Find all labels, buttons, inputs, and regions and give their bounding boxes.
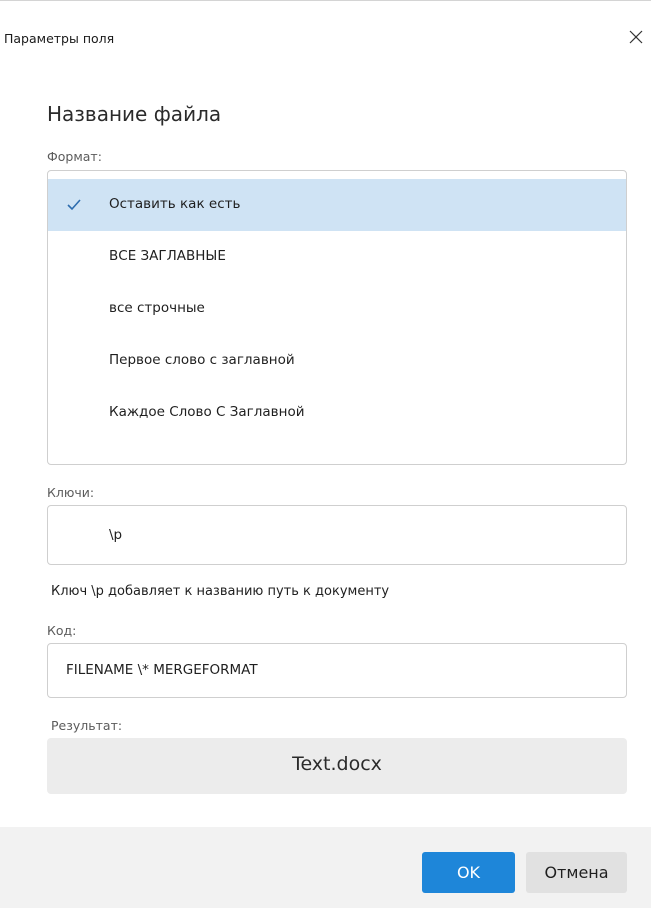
format-option-uppercase[interactable]: ВСЕ ЗАГЛАВНЫЕ xyxy=(48,231,626,283)
keys-field[interactable]: \p xyxy=(47,505,627,565)
keys-value: \p xyxy=(109,527,123,543)
keys-hint: Ключ \p добавляет к названию путь к доку… xyxy=(51,584,390,599)
format-option-lowercase[interactable]: все строчные xyxy=(48,283,626,335)
format-option-keep-as-is[interactable]: Оставить как есть xyxy=(48,179,626,231)
code-label: Код: xyxy=(47,623,77,638)
format-label: Формат: xyxy=(47,149,102,164)
result-preview: Text.docx xyxy=(47,738,627,794)
format-option-label: ВСЕ ЗАГЛАВНЫЕ xyxy=(109,248,226,264)
ok-button[interactable]: OK xyxy=(422,852,515,893)
title-bar: Параметры поля xyxy=(0,1,651,79)
window-title: Параметры поля xyxy=(4,31,115,46)
format-listbox[interactable]: Оставить как есть ВСЕ ЗАГЛАВНЫЕ все стро… xyxy=(47,170,627,465)
format-option-title-case[interactable]: Каждое Слово С Заглавной xyxy=(48,387,626,439)
close-button[interactable] xyxy=(625,26,647,48)
checkmark-icon xyxy=(67,199,81,211)
format-option-label: Оставить как есть xyxy=(109,196,241,212)
code-value: FILENAME \* MERGEFORMAT xyxy=(66,662,258,678)
format-option-sentence-case[interactable]: Первое слово с заглавной xyxy=(48,335,626,387)
dialog-heading: Название файла xyxy=(47,102,222,126)
code-field[interactable]: FILENAME \* MERGEFORMAT xyxy=(47,643,627,698)
keys-label: Ключи: xyxy=(47,485,95,500)
field-parameters-dialog: Параметры поля Название файла Формат: Ос… xyxy=(0,0,651,908)
cancel-button[interactable]: Отмена xyxy=(526,852,627,893)
format-option-label: все строчные xyxy=(109,300,205,316)
close-icon xyxy=(629,30,643,44)
result-value: Text.docx xyxy=(292,753,382,775)
result-label: Результат: xyxy=(51,718,123,733)
format-option-label: Каждое Слово С Заглавной xyxy=(109,404,305,420)
format-option-label: Первое слово с заглавной xyxy=(109,352,295,368)
